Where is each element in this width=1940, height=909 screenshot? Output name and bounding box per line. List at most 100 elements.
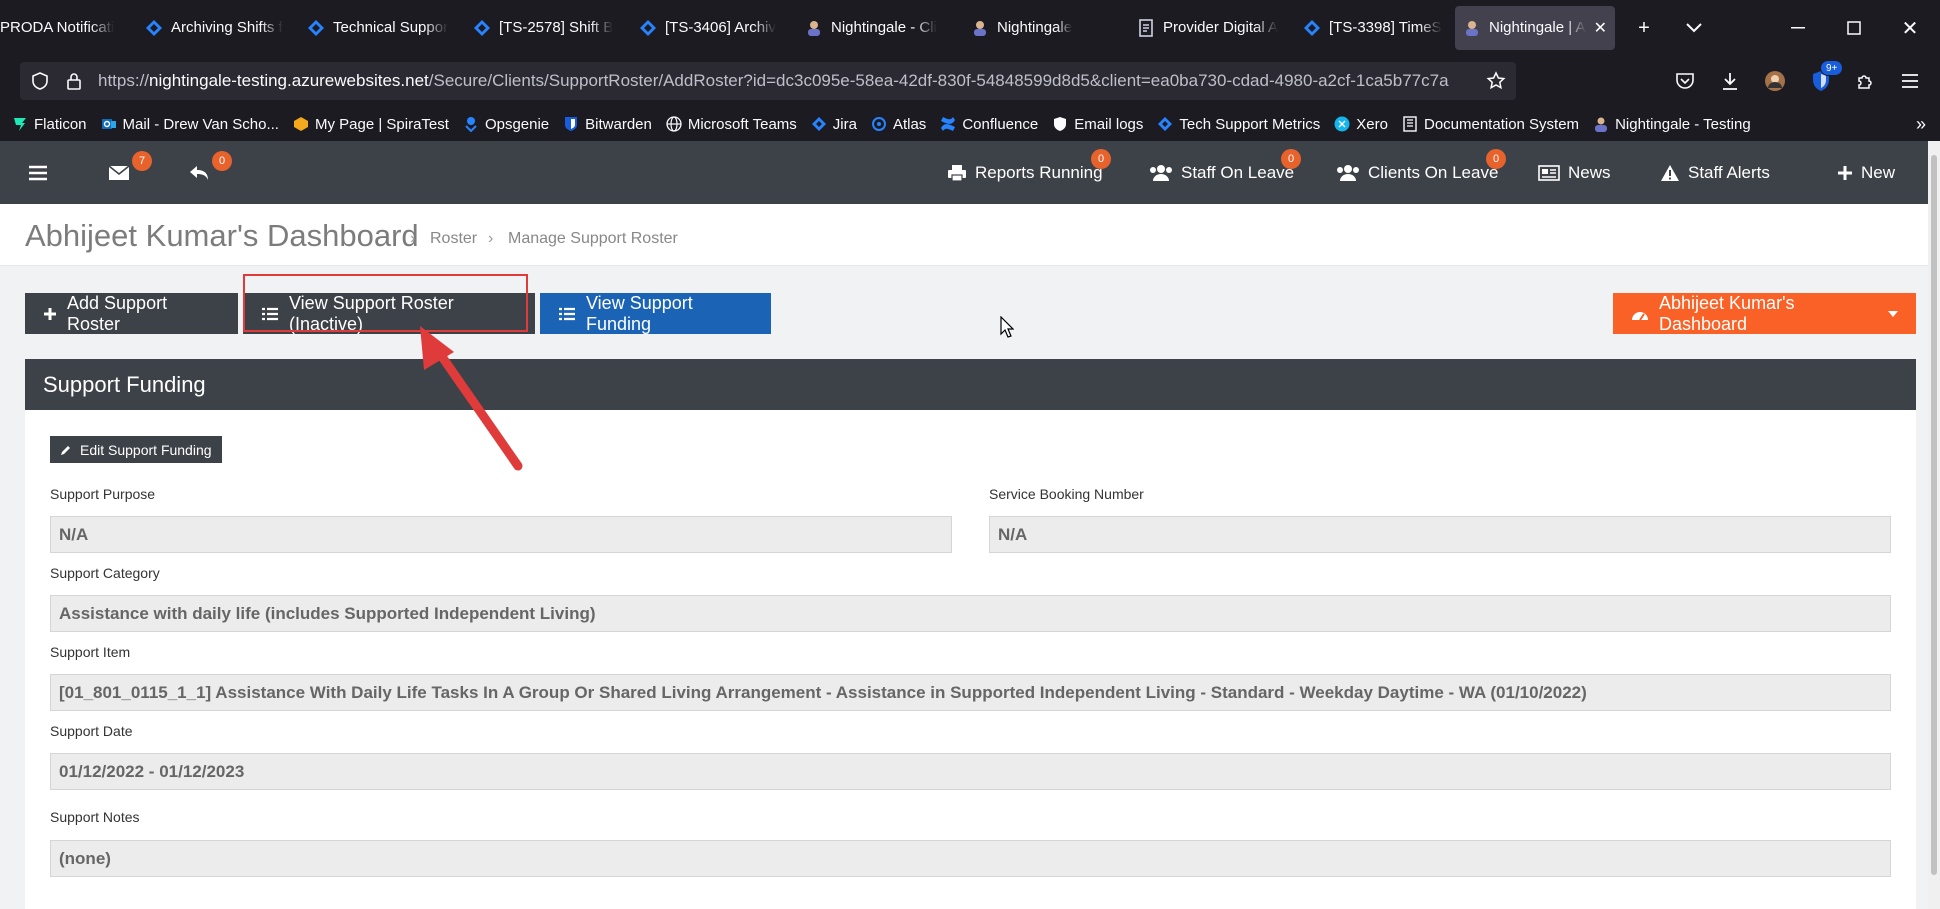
maximize-icon[interactable]	[1836, 10, 1872, 46]
bookmarks-toolbar: Flaticon Mail - Drew Van Scho... My Page…	[0, 108, 1940, 140]
printer-icon	[947, 164, 967, 182]
breadcrumb-separator: ›	[488, 230, 494, 247]
shield-icon[interactable]	[30, 71, 50, 91]
browser-chrome: PRODA Notificati Archiving Shifts f Tech…	[0, 0, 1940, 141]
caret-down-icon	[1888, 310, 1898, 317]
reply-button[interactable]: 0	[188, 141, 232, 204]
bookmark-item[interactable]: Documentation System	[1402, 116, 1579, 133]
more-bookmarks-icon[interactable]: »	[1916, 114, 1926, 135]
edit-support-funding-button[interactable]: Edit Support Funding	[50, 436, 222, 463]
book-icon	[1402, 116, 1418, 132]
minimize-icon[interactable]	[1780, 10, 1816, 46]
app-top-navbar: 7 0 Reports Running 0 Staff On Leave 0 C…	[0, 141, 1928, 204]
browser-tab[interactable]: PRODA Notificati	[0, 6, 137, 50]
jira-icon	[639, 19, 657, 37]
bookmark-item[interactable]: Opsgenie	[463, 116, 549, 133]
dashboard-gauge-icon	[1631, 307, 1649, 321]
download-icon[interactable]	[1715, 66, 1745, 96]
clients-on-leave-badge: 0	[1486, 149, 1506, 169]
support-notes-label: Support Notes	[50, 809, 140, 825]
browser-tab[interactable]: Nightingale	[963, 6, 1129, 50]
support-category-label: Support Category	[50, 565, 160, 581]
browser-tab[interactable]: [TS-2578] Shift B	[465, 6, 631, 50]
support-funding-panel: Support Funding Edit Support Funding Sup…	[25, 359, 1916, 909]
browser-tab[interactable]: [TS-3398] TimeS	[1295, 6, 1455, 50]
support-notes-field: (none)	[50, 840, 1891, 877]
bookmark-item[interactable]: Atlas	[871, 116, 926, 133]
dashboard-dropdown-button[interactable]: Abhijeet Kumar's Dashboard	[1613, 293, 1916, 334]
jira-icon	[811, 116, 827, 132]
browser-tab[interactable]: Nightingale - Cli	[797, 6, 963, 50]
browser-tab[interactable]: [TS-3406] Archiv	[631, 6, 797, 50]
bookmark-item[interactable]: Xero	[1334, 116, 1388, 133]
list-icon	[558, 307, 576, 321]
lock-icon[interactable]	[66, 71, 82, 91]
xero-icon	[1334, 116, 1350, 132]
mail-count-badge: 7	[132, 151, 152, 171]
support-category-field: Assistance with daily life (includes Sup…	[50, 595, 1891, 632]
nightingale-icon	[805, 19, 823, 37]
bitwarden-icon	[563, 116, 579, 132]
bookmark-item[interactable]: Jira	[811, 116, 857, 133]
bookmark-star-icon[interactable]	[1486, 71, 1506, 91]
bookmark-item[interactable]: Microsoft Teams	[666, 116, 797, 133]
bookmark-item[interactable]: Mail - Drew Van Scho...	[101, 116, 279, 133]
extension-shield-icon[interactable]: 9+	[1806, 60, 1844, 96]
bookmark-item[interactable]: Flaticon	[12, 116, 87, 133]
browser-tab[interactable]: Provider Digital A	[1129, 6, 1295, 50]
plus-icon	[43, 307, 57, 321]
new-tab-icon[interactable]: +	[1626, 10, 1662, 46]
support-date-label: Support Date	[50, 723, 133, 739]
atlas-icon	[871, 116, 887, 132]
nightingale-icon	[1593, 116, 1609, 132]
nav-staff-on-leave[interactable]: Staff On Leave 0	[1149, 141, 1301, 204]
staff-on-leave-badge: 0	[1281, 149, 1301, 169]
pocket-icon[interactable]	[1670, 66, 1700, 96]
scrollbar-thumb[interactable]	[1931, 155, 1937, 875]
menu-toggle-icon[interactable]	[28, 141, 48, 204]
nightingale-icon	[1463, 19, 1481, 37]
nav-staff-alerts[interactable]: Staff Alerts	[1660, 141, 1770, 204]
pencil-icon	[60, 444, 72, 456]
bookmark-item[interactable]: Email logs	[1052, 116, 1143, 133]
nav-news[interactable]: News	[1538, 141, 1611, 204]
url-bar[interactable]: https://nightingale-testing.azurewebsite…	[20, 62, 1516, 100]
bookmark-item[interactable]: Confluence	[940, 116, 1038, 133]
breadcrumb-separator: ›	[410, 230, 416, 247]
account-avatar-icon[interactable]	[1760, 66, 1790, 96]
bookmark-item[interactable]: Bitwarden	[563, 116, 652, 133]
url-host: nightingale-testing.azurewebsites.net	[149, 71, 429, 90]
add-support-roster-button[interactable]: Add Support Roster	[25, 293, 238, 334]
browser-tab-active[interactable]: Nightingale | A ✕	[1455, 5, 1615, 50]
breadcrumb-manage-support-roster: Manage Support Roster	[508, 230, 678, 247]
page-scrollbar[interactable]	[1928, 141, 1940, 909]
nav-reports-running[interactable]: Reports Running 0	[947, 141, 1111, 204]
support-item-label: Support Item	[50, 644, 131, 660]
mail-button[interactable]: 7	[108, 141, 152, 204]
users-icon	[1149, 164, 1173, 182]
bookmark-item[interactable]: Tech Support Metrics	[1157, 116, 1320, 133]
bookmark-item[interactable]: Nightingale - Testing	[1593, 116, 1751, 133]
newspaper-icon	[1538, 164, 1560, 181]
bookmark-item[interactable]: My Page | SpiraTest	[293, 116, 449, 133]
close-tab-icon[interactable]: ✕	[1594, 18, 1607, 38]
nav-clients-on-leave[interactable]: Clients On Leave 0	[1336, 141, 1506, 204]
close-window-icon[interactable]: ✕	[1892, 10, 1928, 46]
support-purpose-label: Support Purpose	[50, 486, 156, 502]
url-path: /Secure/Clients/SupportRoster/AddRoster?…	[428, 71, 1449, 90]
view-support-funding-button[interactable]: View Support Funding	[540, 293, 771, 334]
browser-tab[interactable]: Archiving Shifts f	[137, 6, 299, 50]
chevron-down-icon[interactable]	[1676, 10, 1712, 46]
extensions-puzzle-icon[interactable]	[1850, 66, 1880, 96]
flaticon-icon	[12, 116, 28, 132]
jira-icon	[473, 19, 491, 37]
browser-tab[interactable]: Technical Suppor	[299, 6, 465, 50]
opsgenie-icon	[463, 116, 479, 132]
reply-count-badge: 0	[212, 151, 232, 171]
hamburger-menu-icon[interactable]	[1895, 66, 1925, 96]
support-date-field: 01/12/2022 - 01/12/2023	[50, 753, 1891, 790]
document-icon	[1137, 18, 1155, 37]
nav-new[interactable]: New	[1837, 141, 1895, 204]
breadcrumb-roster[interactable]: Roster	[430, 230, 477, 248]
url-text[interactable]: https://nightingale-testing.azurewebsite…	[98, 71, 1458, 91]
